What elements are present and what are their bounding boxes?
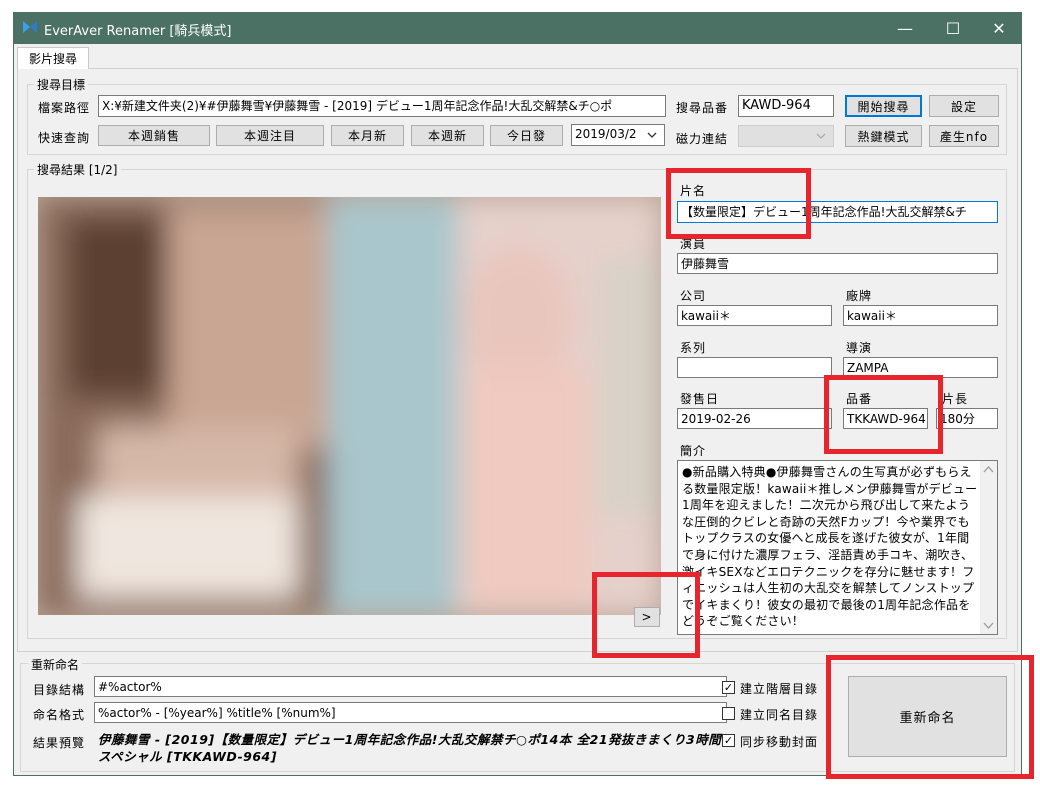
- settings-button[interactable]: 設定: [929, 95, 999, 117]
- tab-movie-search[interactable]: 影片搜尋: [17, 47, 89, 69]
- path-label: 檔案路徑: [38, 101, 91, 115]
- director-label: 導演: [846, 341, 873, 355]
- close-icon: ✕: [992, 18, 1006, 38]
- date-value: 2019/03/2: [575, 127, 637, 141]
- quick-search-label: 快速查詢: [38, 131, 91, 145]
- start-search-button[interactable]: 開始搜尋: [845, 95, 922, 117]
- window-title: EverAver Renamer [騎兵模式]: [44, 24, 232, 39]
- same-name-checkbox[interactable]: [722, 707, 735, 720]
- generate-nfo-button[interactable]: 產生nfo: [929, 125, 999, 147]
- app-logo-icon: [23, 21, 37, 33]
- product-number-input[interactable]: KAWD-964: [738, 95, 834, 117]
- summary-label: 簡介: [680, 444, 707, 458]
- cover-image: [38, 197, 661, 615]
- name-format-input[interactable]: %actor% - [%year%] %title% [%num%]: [94, 702, 727, 723]
- actor-input[interactable]: 伊藤舞雪: [677, 253, 998, 274]
- highlight-number-box: [824, 375, 943, 454]
- dir-structure-input[interactable]: #%actor%: [94, 676, 727, 697]
- highlight-title-box: [666, 168, 811, 239]
- checkmark-icon: ✓: [723, 681, 734, 694]
- label-input[interactable]: kawaii＊: [843, 305, 998, 326]
- product-number-label: 搜尋品番: [676, 101, 729, 115]
- minimize-icon: —: [897, 18, 913, 38]
- chevron-down-icon: [816, 133, 826, 139]
- chevron-down-icon: [647, 132, 657, 138]
- hierarchy-label: 建立階層目錄: [740, 682, 819, 696]
- name-format-label: 命名格式: [33, 708, 86, 722]
- quick-weekly-new-button[interactable]: 本週新: [411, 125, 484, 146]
- series-label: 系列: [680, 341, 707, 355]
- close-button[interactable]: ✕: [976, 13, 1022, 43]
- preview-label: 結果預覽: [33, 736, 86, 750]
- quick-monthly-new-button[interactable]: 本月新: [331, 125, 404, 146]
- summary-scrollbar[interactable]: [980, 461, 997, 634]
- checkmark-icon: ✓: [723, 734, 734, 747]
- summary-textarea[interactable]: ●新品購入特典●伊藤舞雪さんの生写真が必ずもらえる数量限定版！kawaii＊推し…: [677, 460, 998, 635]
- search-target-label: 搜尋目標: [34, 76, 89, 93]
- path-input[interactable]: X:¥新建文件夹(2)¥#伊藤舞雪¥伊藤舞雪 - [2019] デビュー1周年記…: [98, 95, 666, 117]
- highlight-rename-box: [826, 655, 1034, 779]
- search-results-label: 搜尋結果 [1/2]: [34, 161, 121, 178]
- quick-weekly-attention-button[interactable]: 本週注目: [216, 125, 324, 146]
- company-input[interactable]: kawaii＊: [677, 305, 832, 326]
- highlight-next-box: [592, 572, 700, 658]
- release-date-label: 發售日: [680, 392, 720, 406]
- release-date-input[interactable]: 2019-02-26: [677, 408, 832, 429]
- series-input[interactable]: [677, 357, 832, 378]
- minimize-button[interactable]: —: [882, 13, 928, 43]
- rename-group-label: 重新命名: [28, 656, 83, 673]
- scroll-down-icon[interactable]: [983, 622, 994, 630]
- magnet-link-select[interactable]: [738, 125, 834, 147]
- scroll-up-icon[interactable]: [983, 465, 994, 473]
- preview-text: 伊藤舞雪 - [2019]【数量限定】デビュー1周年記念作品!大乱交解禁チ○ポ1…: [98, 732, 722, 764]
- sync-cover-checkbox[interactable]: ✓: [722, 734, 735, 747]
- company-label: 公司: [680, 289, 707, 303]
- label-label: 廠牌: [846, 289, 873, 303]
- date-picker[interactable]: 2019/03/2: [571, 124, 665, 146]
- hotkey-mode-button[interactable]: 熱鍵模式: [845, 125, 922, 147]
- maximize-icon: ☐: [945, 18, 961, 38]
- maximize-button[interactable]: ☐: [930, 13, 976, 43]
- dir-structure-label: 目錄結構: [33, 683, 86, 697]
- quick-today-button[interactable]: 今日發: [490, 125, 563, 146]
- length-label: 片長: [942, 392, 969, 406]
- length-input[interactable]: 180分: [936, 408, 998, 429]
- cover-image-blurred: [38, 197, 661, 615]
- hierarchy-checkbox[interactable]: ✓: [722, 681, 735, 694]
- sync-cover-label: 同步移動封面: [740, 735, 819, 749]
- same-name-label: 建立同名目錄: [740, 708, 819, 722]
- magnet-link-label: 磁力連結: [676, 132, 729, 146]
- quick-weekly-sales-button[interactable]: 本週銷售: [98, 125, 210, 146]
